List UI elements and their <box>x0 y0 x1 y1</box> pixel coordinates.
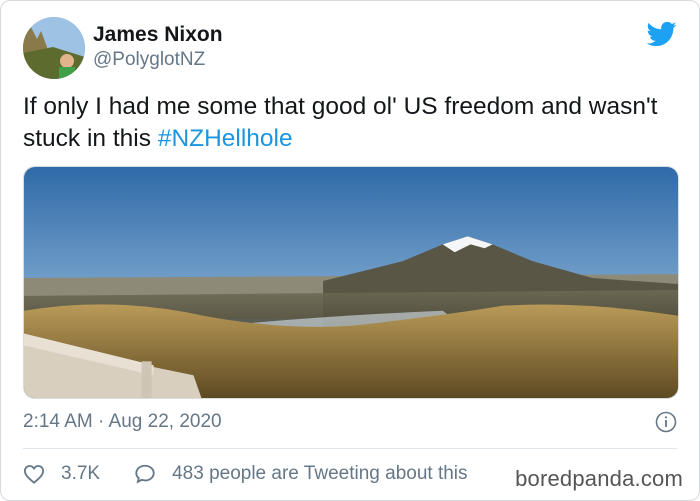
hashtag-link[interactable]: #NZHellhole <box>158 125 293 152</box>
watermark: boredpanda.com <box>513 466 685 492</box>
divider <box>23 448 677 449</box>
heart-icon <box>23 465 45 484</box>
tweet-text: If only I had me some that good ol' US f… <box>23 91 673 155</box>
avatar[interactable] <box>23 17 85 79</box>
avatar-image <box>23 17 85 79</box>
speech-bubble-icon <box>135 464 155 484</box>
tweet-body: If only I had me some that good ol' US f… <box>23 93 658 152</box>
tweet-photo[interactable] <box>23 166 679 399</box>
tweet-timestamp[interactable]: 2:14 AM · Aug 22, 2020 <box>23 411 222 433</box>
tweet-actions: 3.7K 483 people are Tweeting about this <box>23 459 468 489</box>
user-handle[interactable]: @PolyglotNZ <box>93 49 205 71</box>
twitter-bird-icon[interactable] <box>647 19 677 49</box>
like-button[interactable]: 3.7K <box>23 463 100 485</box>
user-name[interactable]: James Nixon <box>93 23 223 47</box>
tweet-card: James Nixon @PolyglotNZ If only I had me… <box>0 0 700 501</box>
info-icon[interactable] <box>655 411 677 433</box>
mountain-photo <box>24 167 678 398</box>
tweeting-text: 483 people are Tweeting about this <box>172 463 468 484</box>
like-count: 3.7K <box>61 463 101 484</box>
tweeting-link[interactable]: 483 people are Tweeting about this <box>134 463 468 485</box>
